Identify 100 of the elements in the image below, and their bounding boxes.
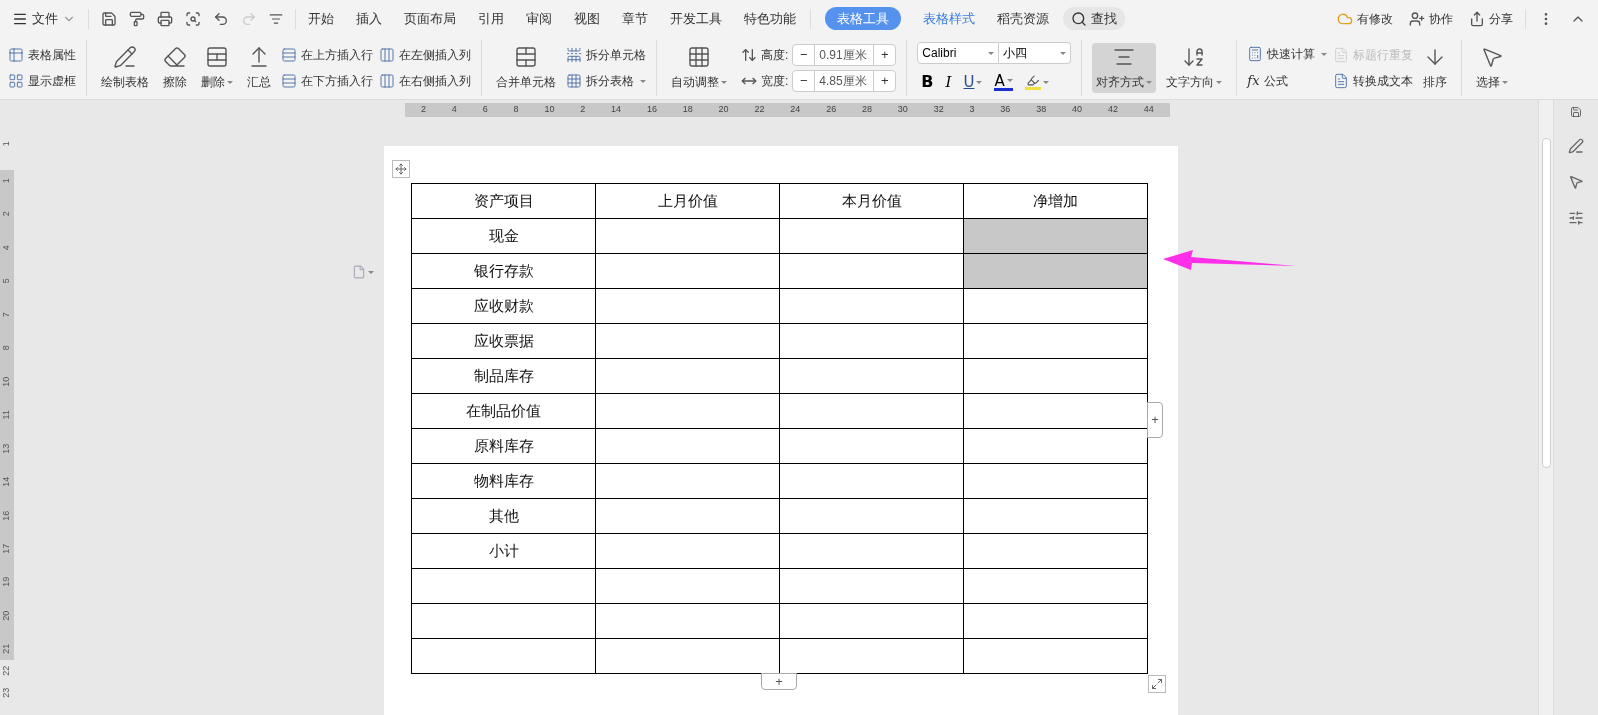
split-cells-icon — [566, 47, 582, 63]
ruler-number: 20 — [0, 610, 13, 621]
table-cell: 银行存款 — [411, 253, 596, 289]
format-button[interactable]: I — [945, 70, 952, 94]
ribbon-tab[interactable]: 页面布局 — [404, 8, 456, 29]
ruler-number: 30 — [897, 103, 908, 117]
ribbon-button[interactable]: 擦除 — [159, 43, 191, 93]
ribbon-button[interactable]: 对齐方式 — [1092, 43, 1157, 93]
save-icon[interactable] — [101, 10, 117, 27]
ribbon-tab[interactable]: 引用 — [478, 8, 504, 29]
ruler-number: 14 — [0, 476, 13, 487]
ribbon-tab[interactable]: 开始 — [308, 8, 334, 29]
ribbon-small-button[interactable]: 表格属性 — [8, 46, 76, 64]
settings-icon[interactable] — [1568, 210, 1584, 226]
caret-icon — [721, 80, 727, 84]
file-menu[interactable]: 文件 — [12, 8, 76, 29]
ribbon-small-button[interactable]: fx 公式 — [1247, 71, 1328, 91]
search-icon — [1071, 10, 1087, 27]
print-icon[interactable] — [157, 10, 173, 27]
column-header: 净增加 — [963, 183, 1148, 219]
ruler-number: 11 — [0, 410, 13, 420]
caret-icon — [1502, 80, 1509, 84]
columns-icon — [379, 47, 395, 63]
ribbon-tab[interactable]: 视图 — [574, 8, 600, 29]
ruler-number: 32 — [933, 103, 944, 117]
resize-handle-icon[interactable] — [1148, 675, 1166, 693]
user-plus-icon — [1409, 10, 1425, 27]
ribbon-tab[interactable]: 表格样式 — [923, 8, 975, 29]
ribbon-small-button[interactable]: 拆分单元格 — [566, 46, 646, 64]
column-header: 资产项目 — [411, 183, 596, 219]
ruler-number: 4 — [0, 245, 13, 251]
caret-icon — [1216, 80, 1223, 84]
ribbon-tab[interactable]: 审阅 — [526, 8, 552, 29]
move-handle-icon[interactable] — [392, 160, 410, 178]
format-button[interactable]: B — [921, 70, 934, 94]
undo-icon[interactable] — [213, 10, 229, 27]
ruler-number: 28 — [861, 103, 872, 117]
caret-icon — [1042, 80, 1049, 84]
ribbon-tab[interactable]: 章节 — [622, 8, 648, 29]
ribbon-button[interactable]: 汇总 — [243, 43, 275, 93]
brush-icon[interactable] — [129, 10, 145, 27]
ribbon-small-button[interactable]: 转换成文本 — [1333, 72, 1414, 90]
ribbon-tab[interactable]: 稻壳资源 — [997, 8, 1049, 29]
top-action[interactable]: 分享 — [1469, 9, 1513, 28]
highlighter-icon[interactable] — [1024, 74, 1041, 90]
top-action[interactable]: 有修改 — [1337, 9, 1393, 28]
ribbon-small-button[interactable]: 显示虚框 — [8, 72, 76, 90]
ribbon-small-button[interactable]: 在右侧插入列 — [379, 72, 471, 90]
ribbon-tab[interactable]: 特色功能 — [744, 8, 796, 29]
ribbon-tab[interactable]: 开发工具 — [670, 8, 722, 29]
pen-icon[interactable] — [1568, 138, 1584, 154]
column-header: 上月价值 — [595, 183, 780, 219]
document-icon — [1333, 73, 1350, 89]
ribbon-button[interactable]: 文字方向 — [1162, 43, 1227, 93]
ribbon-small-button[interactable]: 在下方插入行 — [281, 72, 373, 90]
ruler-number: 5 — [0, 278, 13, 284]
scrollbar[interactable] — [1538, 100, 1554, 715]
cursor-icon — [1480, 45, 1505, 69]
ribbon-tab[interactable]: 插入 — [356, 8, 382, 29]
table-cell: 在制品价值 — [411, 393, 596, 429]
ruler-number: 20 — [718, 103, 729, 117]
format-button[interactable]: U — [963, 70, 983, 94]
ribbon-small-button[interactable]: 在上方插入行 — [281, 46, 373, 64]
font-family-select[interactable]: Calibri — [917, 42, 1000, 64]
table-cell: 现金 — [411, 218, 596, 254]
top-action[interactable]: 协作 — [1409, 9, 1453, 28]
add-row-button[interactable]: + — [761, 673, 797, 690]
preview-icon[interactable] — [185, 10, 201, 27]
table-cell: 应收财款 — [411, 288, 596, 324]
eraser-icon — [163, 45, 187, 69]
ruler-number: 13 — [0, 443, 13, 454]
caret-icon — [988, 51, 995, 55]
ribbon-button[interactable]: 删除 — [197, 43, 237, 93]
ribbon-button[interactable]: 自动调整 — [667, 43, 731, 93]
ruler-number: 1 — [0, 178, 13, 184]
caret-icon — [1060, 51, 1067, 55]
ruler-number: 2 — [580, 103, 586, 117]
cursor-icon[interactable] — [1568, 174, 1584, 190]
customize-icon[interactable] — [269, 11, 283, 26]
caret-icon — [368, 270, 374, 274]
ruler-number: 24 — [790, 103, 801, 117]
ribbon-small-button[interactable]: 拆分表格 — [566, 72, 646, 90]
add-column-button[interactable]: + — [1147, 402, 1163, 438]
ruler-number: 14 — [611, 103, 622, 117]
share-icon — [1469, 10, 1485, 27]
ribbon-button[interactable]: 合并单元格 — [492, 43, 560, 93]
ribbon-button[interactable]: 绘制表格 — [97, 43, 153, 93]
ribbon-button[interactable]: 选择 — [1472, 43, 1513, 93]
ruler-number: 17 — [0, 543, 13, 554]
ribbon-button[interactable]: 排序 — [1419, 43, 1452, 93]
ruler-number: 44 — [1143, 103, 1154, 117]
selected-cell[interactable] — [963, 253, 1148, 289]
selected-cell[interactable] — [963, 218, 1148, 254]
font-size-select[interactable]: 小四 — [999, 42, 1072, 64]
ribbon-small-button[interactable]: 在左侧插入列 — [379, 46, 471, 64]
format-button[interactable]: A — [994, 73, 1013, 91]
search-button[interactable]: 查找 — [1063, 6, 1125, 31]
ruler-number: 2 — [421, 103, 426, 117]
ribbon-small-button[interactable]: 快速计算 — [1247, 45, 1328, 64]
ruler-number: 1 — [0, 140, 13, 146]
